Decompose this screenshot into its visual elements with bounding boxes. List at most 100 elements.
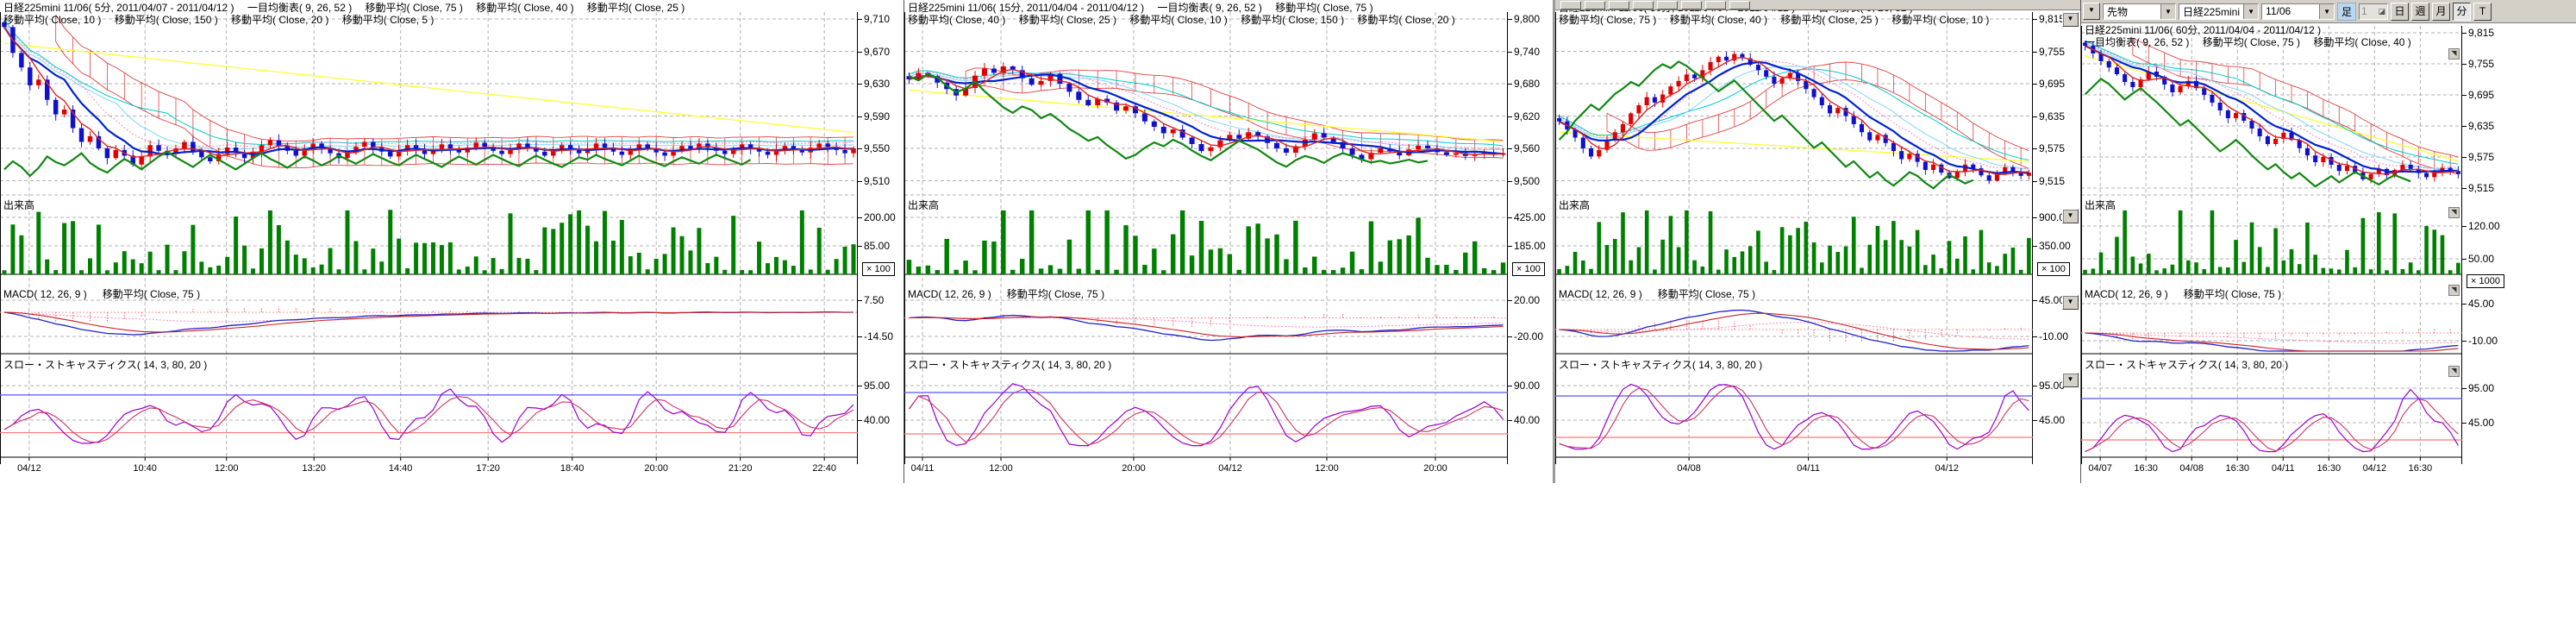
axis-tick [2462, 188, 2467, 189]
macd-label: MACD( 12, 26, 9 ) [1559, 288, 1642, 300]
macd-tick-label: 45.00 [2468, 298, 2494, 310]
period-button-週[interactable]: 週 [2411, 3, 2429, 21]
time-axis-label: 20:00 [1423, 463, 1447, 474]
time-axis-label: 04/11 [911, 463, 935, 474]
chart-workspace: 日経225mini 11/06( 5分, 2011/04/07 - 2011/0… [0, 0, 2576, 628]
chart-canvas[interactable] [0, 0, 858, 483]
volume-multiplier-badge: × 1000 [2467, 274, 2504, 288]
axis-tick [1508, 148, 1512, 149]
price-tick-label: 9,515 [2468, 182, 2494, 194]
axis-tick [858, 181, 862, 182]
price-tick-label: 9,510 [864, 175, 890, 187]
section-dropdown-button[interactable]: ▼ [2062, 295, 2079, 310]
chart-panel-1: 日経225mini 11/06( 5分, 2011/04/07 - 2011/0… [0, 0, 903, 483]
clipped-toolbar-button[interactable] [1560, 1, 1581, 9]
time-axis-label: 17:20 [476, 463, 500, 474]
price-tick-label: 9,500 [1514, 175, 1540, 187]
time-axis-label: 16:30 [2134, 463, 2158, 474]
price-tick-label: 9,680 [1514, 78, 1540, 90]
calendar-flip-icon: ◪ [2379, 7, 2386, 16]
stoch-section-label: スロー・ストキャスティクス( 14, 3, 80, 20 ) [908, 357, 1111, 372]
clipped-toolbar-button[interactable] [1633, 1, 1654, 9]
macd-section-label: MACD( 12, 26, 9 )移動平均( Close, 75 ) [908, 286, 1104, 301]
toolbar-overflow-button[interactable]: ▼ [2083, 3, 2100, 20]
chart-canvas[interactable] [2081, 0, 2462, 483]
axis-tick [858, 148, 862, 149]
time-axis-label: 04/11 [1797, 463, 1820, 474]
volume-multiplier-badge: × 100 [2037, 262, 2070, 276]
axis-tick [2033, 420, 2037, 421]
chevron-down-icon[interactable]: ▼ [2160, 4, 2175, 19]
price-tick-label: 9,620 [1514, 110, 1540, 122]
period-value-spinner[interactable]: 1◪ [2359, 3, 2388, 20]
period-button-月[interactable]: 月 [2432, 3, 2450, 21]
period-button-日[interactable]: 日 [2391, 3, 2409, 21]
chart-panel-4: 日経225mini 11/06( 60分, 2011/04/04 - 2011/… [2080, 0, 2576, 483]
time-axis-label: 14:40 [389, 463, 413, 474]
axis-tick [2033, 116, 2037, 117]
stoch-tick-label: 45.00 [2468, 417, 2494, 429]
price-tick-label: 9,590 [864, 110, 890, 122]
time-axis-label: 21:20 [728, 463, 753, 474]
volume-tick-label: 425.00 [1514, 211, 1546, 223]
volume-tick-label: 350.00 [2039, 240, 2071, 252]
time-axis-label: 04/11 [2272, 463, 2295, 474]
price-tick-label: 9,815 [2468, 27, 2494, 39]
axis-tick [1508, 217, 1512, 218]
value-axis: 9,8159,7559,6959,6359,5759,515900.00350.… [2033, 0, 2080, 483]
time-axis-label: 12:00 [215, 463, 239, 474]
clipped-toolbar-button[interactable] [1657, 1, 1678, 9]
chevron-down-icon[interactable]: ▼ [2243, 4, 2258, 19]
time-axis-label: 16:30 [2225, 463, 2249, 474]
time-axis-label: 04/07 [2088, 463, 2112, 474]
section-dropdown-button[interactable]: ▼ [2062, 209, 2079, 223]
price-tick-label: 9,755 [2039, 46, 2065, 58]
macd-tick-label: -10.00 [2468, 335, 2498, 347]
category-select[interactable]: 先物▼ [2103, 3, 2176, 20]
price-tick-label: 9,755 [2468, 58, 2494, 70]
axis-tick [2462, 259, 2467, 260]
contract-month-select[interactable]: 11/06▼ [2261, 3, 2335, 20]
stoch-section-label: スロー・ストキャスティクス( 14, 3, 80, 20 ) [1559, 357, 1762, 372]
clipped-toolbar-button[interactable] [1705, 1, 1726, 9]
volume-section-label: 出来高 [2085, 198, 2116, 212]
axis-tick [2033, 217, 2037, 218]
period-button-分[interactable]: 分 [2453, 3, 2471, 21]
time-axis-label: 13:20 [302, 463, 326, 474]
symbol-select[interactable]: 日経225mini▼ [2179, 3, 2259, 20]
axis-tick [1508, 300, 1512, 301]
clipped-toolbar-button[interactable] [1681, 1, 1702, 9]
time-axis-label: 12:00 [989, 463, 1013, 474]
time-axis-label: 04/12 [2363, 463, 2387, 474]
axis-tick [1508, 420, 1512, 421]
stoch-section-label: スロー・ストキャスティクス( 14, 3, 80, 20 ) [3, 357, 207, 372]
axis-tick [2033, 181, 2037, 182]
axis-tick [858, 84, 862, 85]
clipped-toolbar-button[interactable] [1585, 1, 1605, 9]
section-expand-arrow-icon[interactable]: ◥ [2448, 285, 2460, 296]
stoch-tick-label: 45.00 [2039, 414, 2065, 426]
macd-ma-label: 移動平均( Close, 75 ) [2184, 288, 2281, 300]
axis-tick [2033, 84, 2037, 85]
section-dropdown-button[interactable]: ▼ [2062, 373, 2079, 387]
axis-tick [2462, 388, 2467, 389]
price-tick-label: 9,740 [1514, 46, 1540, 58]
chart-canvas[interactable] [904, 0, 1508, 483]
axis-tick [2462, 226, 2467, 227]
volume-tick-label: 120.00 [2468, 220, 2500, 232]
time-axis-label: 22:40 [812, 463, 836, 474]
section-expand-arrow-icon[interactable]: ◥ [2448, 48, 2460, 60]
section-dropdown-button[interactable]: ▼ [2062, 12, 2079, 27]
chart-canvas[interactable] [1555, 0, 2033, 483]
clipped-toolbar-button[interactable] [1729, 1, 1750, 9]
section-expand-arrow-icon[interactable]: ◥ [2448, 207, 2460, 218]
clipped-toolbar-button[interactable] [1609, 1, 1629, 9]
period-button-T[interactable]: T [2473, 3, 2492, 21]
time-axis-label: 12:00 [1315, 463, 1339, 474]
stoch-tick-label: 95.00 [2039, 380, 2065, 392]
chevron-down-icon[interactable]: ▼ [2319, 4, 2334, 19]
price-tick-label: 9,710 [864, 13, 890, 25]
price-tick-label: 9,695 [2039, 78, 2065, 90]
macd-tick-label: -10.00 [2039, 330, 2068, 342]
section-expand-arrow-icon[interactable]: ◥ [2448, 366, 2460, 377]
